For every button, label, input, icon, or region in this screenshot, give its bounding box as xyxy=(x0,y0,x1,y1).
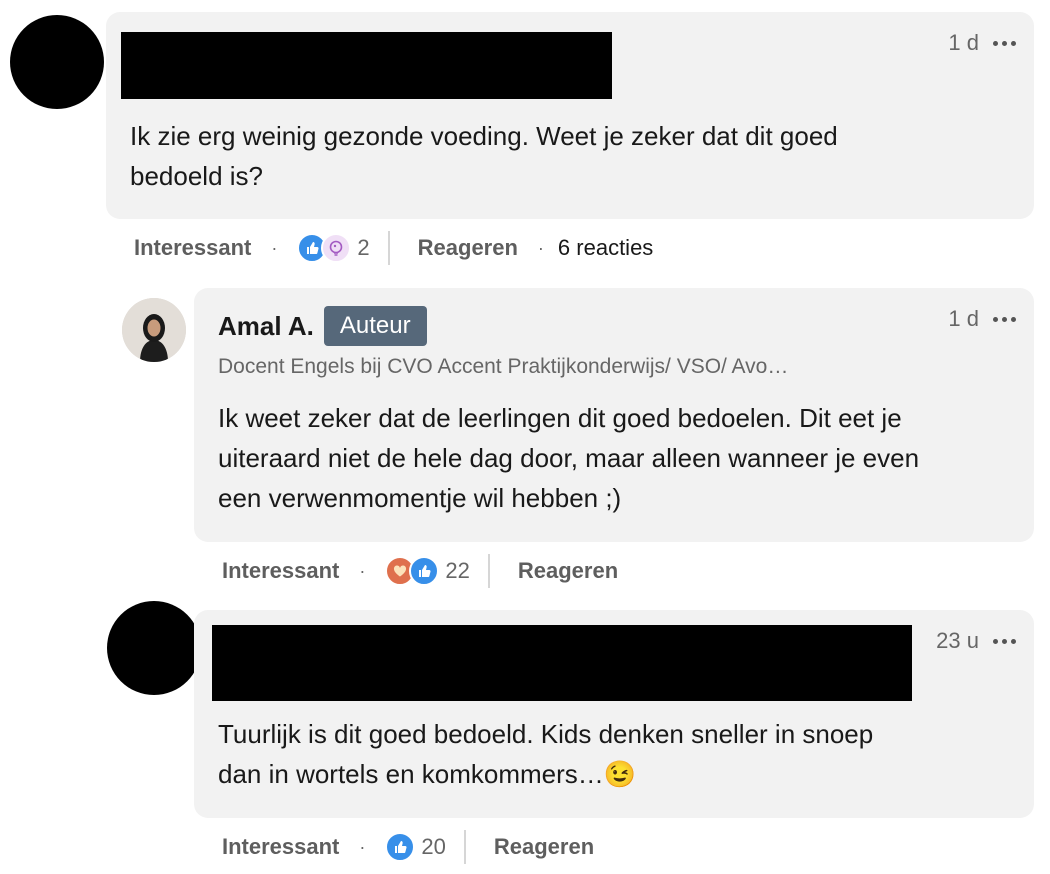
comment-meta: 1 d xyxy=(948,306,1016,332)
reply-bubble: 23 u Tuurlijk is dit goed bedoeld. Kids … xyxy=(194,610,1034,818)
comment-text-line: bedoeld is? xyxy=(130,161,263,191)
replies-link[interactable]: 6 reacties xyxy=(558,235,653,261)
like-button[interactable]: Interessant xyxy=(222,834,339,860)
separator-dot: · xyxy=(537,237,544,258)
comment-text-line: Ik weet zeker dat de leerlingen dit goed… xyxy=(218,403,902,433)
comment-text: Tuurlijk is dit goed bedoeld. Kids denke… xyxy=(218,714,873,794)
author-header: Amal A. Auteur xyxy=(218,306,427,346)
reply-button[interactable]: Reageren xyxy=(494,834,594,860)
divider xyxy=(487,554,490,588)
comment-text-line: uiteraard niet de hele dag door, maar al… xyxy=(218,443,920,473)
comment-time: 1 d xyxy=(948,30,979,55)
author-badge: Auteur xyxy=(323,306,427,346)
comment-bubble: 1 d Ik zie erg weinig gezonde voeding. W… xyxy=(106,12,1034,219)
comment-text-segment: dan in wortels en komkommers… xyxy=(218,759,604,789)
comment-text: Ik weet zeker dat de leerlingen dit goed… xyxy=(218,398,919,518)
author-headline: Docent Engels bij CVO Accent Praktijkond… xyxy=(218,355,789,378)
reactions-summary[interactable]: 2 xyxy=(297,233,370,263)
comment-actions: Interessant · 2 Reageren · 6 reacties xyxy=(134,228,653,268)
like-icon xyxy=(409,556,440,586)
separator-dot: · xyxy=(359,560,366,581)
redacted-name xyxy=(212,625,912,701)
commenter-avatar-redacted[interactable] xyxy=(107,601,201,695)
reaction-count: 20 xyxy=(421,834,446,859)
comment-meta: 23 u xyxy=(936,628,1016,654)
comment-text-line: dan in wortels en komkommers…😉 xyxy=(218,754,873,794)
author-avatar[interactable] xyxy=(122,298,186,362)
separator-dot: · xyxy=(271,237,278,258)
redacted-name xyxy=(121,32,612,99)
comment-text-line: Ik zie erg weinig gezonde voeding. Weet … xyxy=(130,121,838,151)
comment-meta: 1 d xyxy=(948,30,1016,56)
reaction-count: 2 xyxy=(357,235,370,260)
wink-emoji-icon: 😉 xyxy=(603,759,637,789)
comment-text: Ik zie erg weinig gezonde voeding. Weet … xyxy=(130,116,838,196)
divider xyxy=(463,830,466,864)
comment-time: 23 u xyxy=(936,628,979,653)
comment-actions: Interessant · 22 Reageren xyxy=(222,551,618,591)
reply-button[interactable]: Reageren xyxy=(518,558,618,584)
reaction-count: 22 xyxy=(445,558,470,583)
like-icon xyxy=(385,832,416,862)
comment-text-line: Tuurlijk is dit goed bedoeld. Kids denke… xyxy=(218,719,874,749)
like-button[interactable]: Interessant xyxy=(222,558,339,584)
divider xyxy=(387,231,390,265)
reply-bubble: Amal A. Auteur 1 d Docent Engels bij CVO… xyxy=(194,288,1034,542)
separator-dot: · xyxy=(359,836,366,857)
reactions-summary[interactable]: 20 xyxy=(385,832,446,862)
author-photo-icon xyxy=(122,298,186,362)
insightful-icon xyxy=(321,233,352,263)
comment-time: 1 d xyxy=(948,306,979,331)
author-name[interactable]: Amal A. xyxy=(218,311,314,342)
reply-button[interactable]: Reageren xyxy=(418,235,518,261)
more-options-icon[interactable] xyxy=(993,316,1016,322)
reactions-summary[interactable]: 22 xyxy=(385,556,470,586)
comment-actions: Interessant · 20 Reageren xyxy=(222,827,594,867)
like-button[interactable]: Interessant xyxy=(134,235,251,261)
more-options-icon[interactable] xyxy=(993,40,1016,46)
comment-text-line: een verwenmomentje wil hebben ;) xyxy=(218,483,622,513)
commenter-avatar-redacted[interactable] xyxy=(10,15,104,109)
more-options-icon[interactable] xyxy=(993,638,1016,644)
